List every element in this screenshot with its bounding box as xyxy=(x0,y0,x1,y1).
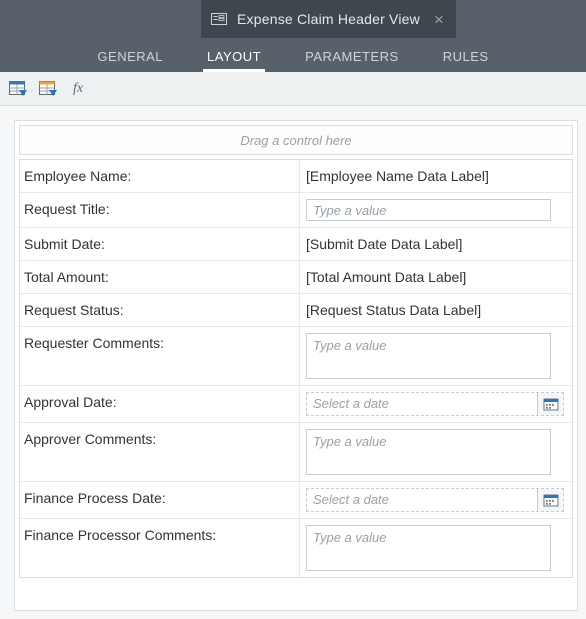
label-request-title: Request Title: xyxy=(24,201,110,217)
tab-general[interactable]: GENERAL xyxy=(93,41,167,72)
design-canvas: Drag a control here Employee Name: [Empl… xyxy=(14,120,578,611)
label-approval-date: Approval Date: xyxy=(24,394,117,410)
label-finance-processor-comments: Finance Processor Comments: xyxy=(24,527,216,543)
close-tab-button[interactable]: × xyxy=(434,11,444,28)
document-title: Expense Claim Header View xyxy=(237,11,420,27)
row-finance-process-date: Finance Process Date: Select a date xyxy=(20,482,572,519)
designer-toolbar: fx xyxy=(0,72,586,106)
row-requester-comments: Requester Comments: xyxy=(20,327,572,386)
label-requester-comments: Requester Comments: xyxy=(24,335,164,351)
expression-builder-button[interactable]: fx xyxy=(68,79,88,99)
label-approver-comments: Approver Comments: xyxy=(24,431,156,447)
approval-date-picker[interactable]: Select a date xyxy=(306,392,564,416)
row-total-amount: Total Amount: [Total Amount Data Label] xyxy=(20,261,572,294)
calendar-icon[interactable] xyxy=(537,393,563,415)
row-employee-name: Employee Name: [Employee Name Data Label… xyxy=(20,160,572,193)
total-amount-data-label[interactable]: [Total Amount Data Label] xyxy=(306,267,466,287)
drop-target[interactable]: Drag a control here xyxy=(19,125,573,155)
label-submit-date: Submit Date: xyxy=(24,236,105,252)
drop-target-label: Drag a control here xyxy=(240,133,351,148)
form-layout-table: Employee Name: [Employee Name Data Label… xyxy=(19,159,573,578)
finance-processor-comments-input[interactable] xyxy=(306,525,551,571)
row-submit-date: Submit Date: [Submit Date Data Label] xyxy=(20,228,572,261)
finance-process-date-picker[interactable]: Select a date xyxy=(306,488,564,512)
view-subtabs: GENERAL LAYOUT PARAMETERS RULES xyxy=(0,38,586,72)
approval-date-input[interactable]: Select a date xyxy=(307,393,537,415)
tab-rules[interactable]: RULES xyxy=(439,41,493,72)
approver-comments-input[interactable] xyxy=(306,429,551,475)
label-finance-process-date: Finance Process Date: xyxy=(24,490,166,506)
row-approver-comments: Approver Comments: xyxy=(20,423,572,482)
label-employee-name: Employee Name: xyxy=(24,168,131,184)
finance-process-date-input[interactable]: Select a date xyxy=(307,489,537,511)
submit-date-data-label[interactable]: [Submit Date Data Label] xyxy=(306,234,462,254)
row-approval-date: Approval Date: Select a date xyxy=(20,386,572,423)
active-document-tab[interactable]: Expense Claim Header View × xyxy=(201,0,456,38)
design-canvas-container: Drag a control here Employee Name: [Empl… xyxy=(0,106,586,619)
row-finance-processor-comments: Finance Processor Comments: xyxy=(20,519,572,577)
app-header: Expense Claim Header View × GENERAL LAYO… xyxy=(0,0,586,72)
request-status-data-label[interactable]: [Request Status Data Label] xyxy=(306,300,481,320)
request-title-input[interactable] xyxy=(306,199,551,221)
tab-layout[interactable]: LAYOUT xyxy=(203,41,265,72)
employee-name-data-label[interactable]: [Employee Name Data Label] xyxy=(306,166,489,186)
label-total-amount: Total Amount: xyxy=(24,269,109,285)
row-request-title: Request Title: xyxy=(20,193,572,228)
table-properties-button[interactable] xyxy=(8,79,28,99)
requester-comments-input[interactable] xyxy=(306,333,551,379)
label-request-status: Request Status: xyxy=(24,302,124,318)
row-request-status: Request Status: [Request Status Data Lab… xyxy=(20,294,572,327)
calendar-icon[interactable] xyxy=(537,489,563,511)
form-view-icon xyxy=(211,12,227,26)
insert-table-button[interactable] xyxy=(38,79,58,99)
tab-parameters[interactable]: PARAMETERS xyxy=(301,41,403,72)
